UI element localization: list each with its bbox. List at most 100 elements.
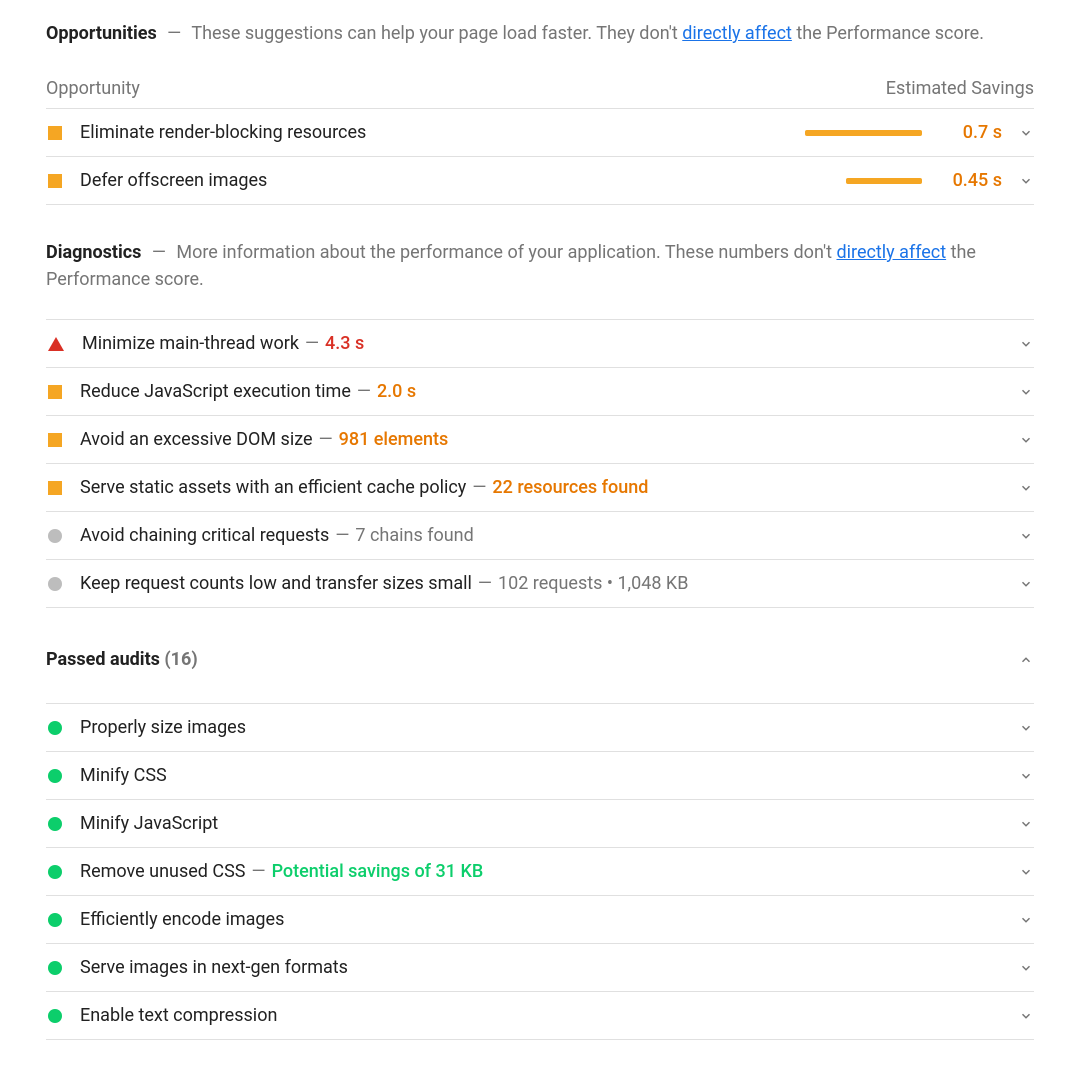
diagnostic-label: Minimize main-thread work—4.3 s — [82, 330, 1002, 357]
opportunity-column-headers: Opportunity Estimated Savings — [46, 75, 1034, 102]
opportunities-desc-prefix: These suggestions can help your page loa… — [191, 23, 682, 44]
diagnostics-desc-prefix: More information about the performance o… — [176, 242, 836, 263]
opportunity-col-left: Opportunity — [46, 75, 140, 102]
diagnostic-label: Serve static assets with an efficient ca… — [80, 474, 1002, 501]
chevron-down-icon — [1018, 433, 1034, 447]
square-icon — [48, 174, 62, 188]
passed-audit-row[interactable]: Remove unused CSS—Potential savings of 3… — [46, 848, 1034, 896]
diagnostic-value: 981 elements — [339, 429, 449, 450]
chevron-down-icon — [1018, 481, 1034, 495]
diagnostics-link[interactable]: directly affect — [836, 242, 946, 263]
dash-separator: — — [472, 477, 486, 498]
diagnostic-value: 102 requests • 1,048 KB — [498, 573, 688, 594]
savings-value: 0.7 s — [938, 119, 1002, 146]
dash-separator: — — [357, 381, 371, 402]
opportunity-label: Eliminate render-blocking resources — [80, 119, 786, 146]
opportunity-row[interactable]: Defer offscreen images 0.45 s — [46, 157, 1034, 205]
chevron-down-icon — [1018, 126, 1034, 140]
circle-icon — [48, 721, 62, 735]
circle-icon — [48, 577, 62, 591]
savings-value: 0.45 s — [938, 167, 1002, 194]
passed-audit-label: Remove unused CSS—Potential savings of 3… — [80, 858, 1002, 885]
dash-separator: — — [305, 333, 319, 354]
opportunities-title: Opportunities — [46, 23, 157, 44]
chevron-down-icon — [1018, 865, 1034, 879]
chevron-down-icon — [1018, 385, 1034, 399]
square-icon — [48, 481, 62, 495]
savings-bar — [846, 178, 922, 184]
passed-audit-row[interactable]: Serve images in next-gen formats — [46, 944, 1034, 992]
passed-audit-value: Potential savings of 31 KB — [272, 861, 484, 882]
opportunity-row[interactable]: Eliminate render-blocking resources 0.7 s — [46, 109, 1034, 157]
triangle-icon — [48, 337, 64, 351]
dash-separator: — — [167, 23, 181, 44]
square-icon — [48, 126, 62, 140]
circle-icon — [48, 961, 62, 975]
passed-audit-label: Serve images in next-gen formats — [80, 954, 1002, 981]
diagnostic-list: Minimize main-thread work—4.3 sReduce Ja… — [46, 319, 1034, 608]
square-icon — [48, 433, 62, 447]
opportunities-heading: Opportunities — These suggestions can he… — [46, 20, 1034, 47]
opportunities-link[interactable]: directly affect — [682, 23, 792, 44]
passed-audit-label: Properly size images — [80, 714, 1002, 741]
diagnostics-heading: Diagnostics — More information about the… — [46, 239, 1034, 293]
diagnostic-value: 2.0 s — [377, 381, 416, 402]
dash-separator: — — [152, 242, 166, 263]
passed-audit-row[interactable]: Enable text compression — [46, 992, 1034, 1040]
passed-audit-row[interactable]: Minify CSS — [46, 752, 1034, 800]
circle-icon — [48, 769, 62, 783]
chevron-down-icon — [1018, 174, 1034, 188]
chevron-down-icon — [1018, 529, 1034, 543]
savings-bar-wrap — [802, 130, 922, 136]
passed-audit-label: Minify JavaScript — [80, 810, 1002, 837]
diagnostic-label: Avoid chaining critical requests—7 chain… — [80, 522, 1002, 549]
passed-audits-count: (16) — [164, 649, 197, 670]
passed-audits-title: Passed audits — [46, 649, 160, 670]
diagnostic-row[interactable]: Keep request counts low and transfer siz… — [46, 560, 1034, 608]
dash-separator: — — [252, 861, 266, 882]
dash-separator: — — [478, 573, 492, 594]
diagnostic-row[interactable]: Avoid an excessive DOM size—981 elements — [46, 416, 1034, 464]
chevron-down-icon — [1018, 1009, 1034, 1023]
diagnostic-row[interactable]: Minimize main-thread work—4.3 s — [46, 320, 1034, 368]
circle-icon — [48, 1009, 62, 1023]
chevron-down-icon — [1018, 721, 1034, 735]
savings-bar — [805, 130, 922, 136]
diagnostic-value: 4.3 s — [325, 333, 364, 354]
chevron-down-icon — [1018, 577, 1034, 591]
passed-audit-label: Efficiently encode images — [80, 906, 1002, 933]
diagnostic-label: Keep request counts low and transfer siz… — [80, 570, 1002, 597]
passed-audit-row[interactable]: Efficiently encode images — [46, 896, 1034, 944]
diagnostic-label: Reduce JavaScript execution time—2.0 s — [80, 378, 1002, 405]
passed-audits-list: Properly size images Minify CSS Minify Jav… — [46, 703, 1034, 1040]
chevron-down-icon — [1018, 337, 1034, 351]
diagnostic-row[interactable]: Reduce JavaScript execution time—2.0 s — [46, 368, 1034, 416]
circle-icon — [48, 865, 62, 879]
passed-audit-row[interactable]: Minify JavaScript — [46, 800, 1034, 848]
diagnostic-value: 22 resources found — [492, 477, 648, 498]
square-icon — [48, 385, 62, 399]
diagnostic-row[interactable]: Avoid chaining critical requests—7 chain… — [46, 512, 1034, 560]
diagnostic-label: Avoid an excessive DOM size—981 elements — [80, 426, 1002, 453]
passed-audit-row[interactable]: Properly size images — [46, 704, 1034, 752]
chevron-down-icon — [1018, 769, 1034, 783]
diagnostic-row[interactable]: Serve static assets with an efficient ca… — [46, 464, 1034, 512]
circle-icon — [48, 817, 62, 831]
diagnostics-title: Diagnostics — [46, 242, 141, 263]
opportunity-col-right: Estimated Savings — [886, 75, 1034, 102]
dash-separator: — — [335, 525, 349, 546]
chevron-down-icon — [1018, 961, 1034, 975]
opportunity-label: Defer offscreen images — [80, 167, 786, 194]
passed-audit-label: Enable text compression — [80, 1002, 1002, 1029]
passed-audit-label: Minify CSS — [80, 762, 1002, 789]
circle-icon — [48, 529, 62, 543]
diagnostic-value: 7 chains found — [355, 525, 473, 546]
chevron-down-icon — [1018, 817, 1034, 831]
dash-separator: — — [319, 429, 333, 450]
circle-icon — [48, 913, 62, 927]
opportunity-list: Eliminate render-blocking resources 0.7 s… — [46, 108, 1034, 205]
passed-audits-toggle[interactable]: Passed audits (16) — [46, 646, 1034, 673]
chevron-down-icon — [1018, 913, 1034, 927]
savings-bar-wrap — [802, 178, 922, 184]
opportunities-desc-suffix: the Performance score. — [792, 23, 984, 44]
